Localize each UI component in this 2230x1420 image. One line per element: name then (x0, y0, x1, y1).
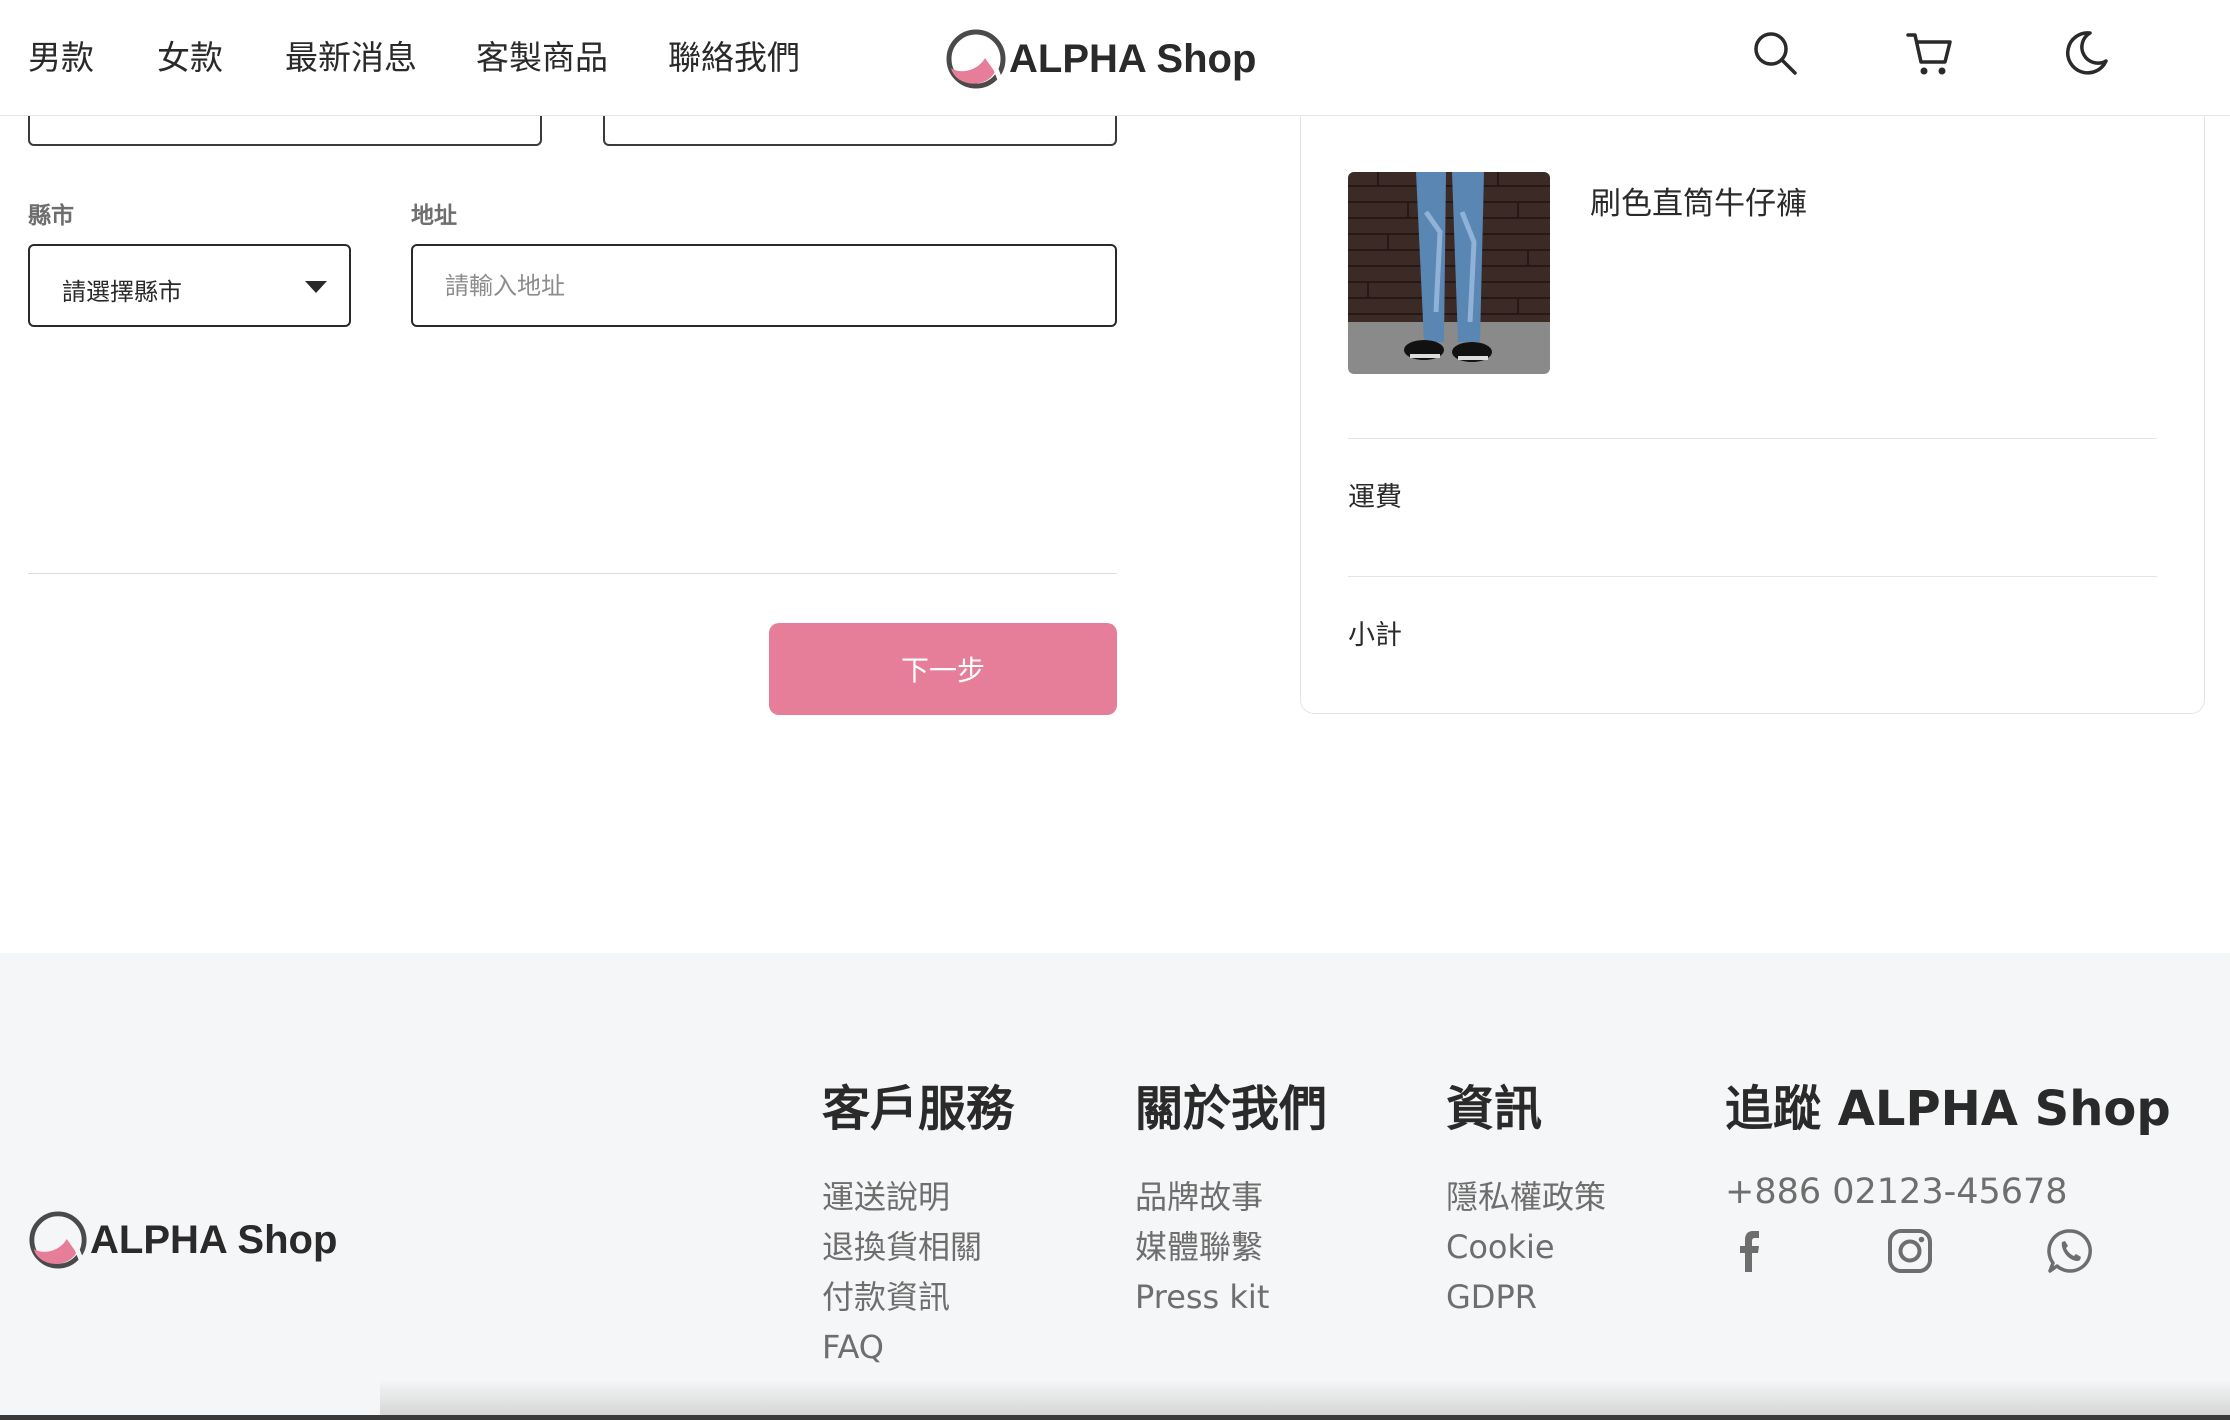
site-header: 男款 女款 最新消息 客製商品 聯絡我們 ALPHA Shop (0, 0, 2230, 116)
chevron-down-icon (305, 281, 327, 293)
footer-logo[interactable]: ALPHA Shop (28, 1210, 337, 1270)
nav-custom-products[interactable]: 客製商品 (476, 36, 608, 80)
footer-title-customer-service: 客戶服務 (822, 1081, 1015, 1137)
footer-link-faq[interactable]: FAQ (822, 1325, 884, 1369)
shipping-label: 運費 (1348, 482, 1402, 513)
alpha-logo-icon (29, 1211, 87, 1269)
footer-title-info: 資訊 (1446, 1081, 1543, 1137)
city-select[interactable]: 請選擇縣市 (28, 244, 351, 327)
nav-contact[interactable]: 聯絡我們 (668, 36, 800, 80)
footer-link-privacy[interactable]: 隱私權政策 (1446, 1175, 1606, 1219)
subtotal-label: 小計 (1348, 620, 1402, 651)
facebook-icon[interactable] (1724, 1226, 1774, 1276)
footer-title-about: 關於我們 (1135, 1081, 1328, 1137)
logo-wordmark: ALPHA Shop (1009, 36, 1257, 81)
product-image (1348, 172, 1550, 374)
address-input[interactable] (411, 244, 1117, 327)
cart-divider (1348, 576, 2157, 577)
cart-icon[interactable] (1905, 28, 1955, 78)
nav-men[interactable]: 男款 (28, 36, 94, 80)
search-icon[interactable] (1750, 28, 1800, 78)
footer-link-press-kit[interactable]: Press kit (1135, 1275, 1269, 1319)
footer-shadow (380, 1380, 2230, 1420)
footer-bottom-edge (0, 1415, 2230, 1420)
moon-icon[interactable] (2060, 28, 2110, 78)
footer-link-returns[interactable]: 退換貨相關 (822, 1225, 982, 1269)
alpha-logo-icon (946, 29, 1006, 89)
address-label: 地址 (411, 203, 457, 229)
form-divider (28, 573, 1117, 574)
header-logo[interactable]: ALPHA Shop (945, 28, 1256, 90)
footer-phone: +886 02123-45678 (1725, 1172, 2068, 1212)
footer-link-cookie[interactable]: Cookie (1446, 1225, 1555, 1269)
logo-wordmark: ALPHA Shop (90, 1217, 338, 1262)
footer-link-shipping[interactable]: 運送說明 (822, 1175, 950, 1219)
cart-divider (1348, 438, 2157, 439)
nav-women[interactable]: 女款 (157, 36, 223, 80)
footer-link-brand-story[interactable]: 品牌故事 (1135, 1175, 1263, 1219)
product-name: 刷色直筒牛仔褲 (1590, 186, 1807, 222)
whatsapp-icon[interactable] (2045, 1226, 2095, 1276)
footer-link-media[interactable]: 媒體聯繫 (1135, 1225, 1263, 1269)
next-step-button[interactable]: 下一步 (769, 623, 1117, 715)
city-select-value: 請選擇縣市 (62, 278, 182, 306)
footer-link-gdpr[interactable]: GDPR (1446, 1275, 1537, 1319)
footer-link-payment[interactable]: 付款資訊 (822, 1275, 950, 1319)
city-label: 縣市 (28, 203, 74, 229)
instagram-icon[interactable] (1885, 1226, 1935, 1276)
nav-news[interactable]: 最新消息 (285, 36, 417, 80)
footer-title-follow: 追蹤 ALPHA Shop (1725, 1081, 2171, 1137)
